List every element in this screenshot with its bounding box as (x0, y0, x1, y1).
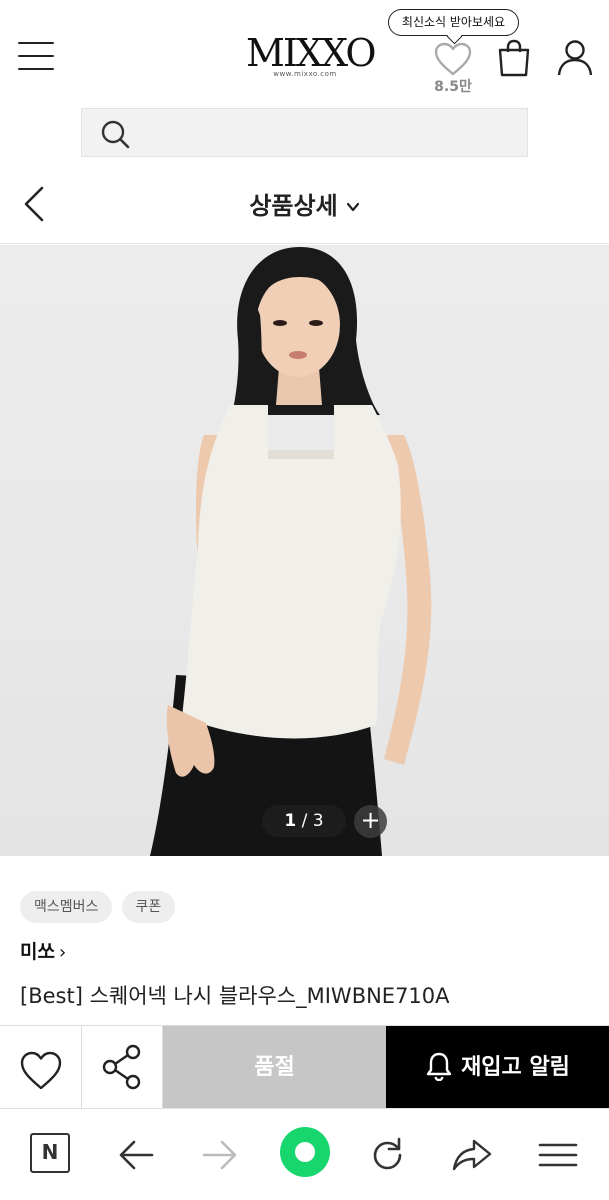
brand-logo[interactable]: MIXXO www.mixxo.com (246, 31, 377, 78)
naver-home-icon[interactable]: N (30, 1133, 70, 1173)
sold-out-button[interactable]: 품절 (163, 1026, 386, 1109)
top-header: MIXXO www.mixxo.com 최신소식 받아보세요 8.5만 (0, 0, 609, 100)
share-button[interactable] (82, 1026, 163, 1109)
chevron-right-icon: › (58, 942, 67, 963)
tag-chip-coupon[interactable]: 쿠폰 (121, 891, 176, 923)
brand-name: 미쏘 (20, 941, 55, 963)
image-zoom-plus-button[interactable]: + (354, 805, 387, 838)
page-title-text: 상품상세 (249, 192, 338, 220)
image-counter-separator: / (301, 811, 308, 831)
user-icon[interactable] (556, 38, 594, 78)
chevron-down-icon (346, 202, 359, 212)
product-name: [Best] 스퀘어넥 나시 블라우스_MIWBNE710A (20, 984, 450, 1008)
refresh-icon[interactable] (366, 1133, 410, 1177)
like-count: 8.5만 (434, 79, 472, 95)
like-button[interactable] (0, 1026, 82, 1109)
wishlist-heart-icon[interactable] (432, 40, 474, 78)
page-title[interactable]: 상품상세 (0, 186, 609, 221)
brand-link[interactable]: 미쏘 › (20, 937, 66, 964)
bell-icon (426, 1052, 452, 1082)
search-icon[interactable] (100, 119, 130, 149)
shopping-bag-icon[interactable] (496, 38, 532, 78)
image-counter-total: 3 (312, 811, 324, 831)
news-subscribe-bubble[interactable]: 최신소식 받아보세요 (388, 9, 519, 36)
menu-icon[interactable] (18, 42, 54, 74)
logo-text: MIXXO (246, 31, 377, 75)
image-counter: 1 / 3 (262, 805, 346, 837)
product-image[interactable]: 1 / 3 + (0, 245, 609, 856)
browser-menu-icon[interactable] (536, 1133, 580, 1177)
search-input[interactable] (81, 108, 528, 157)
page-titlebar: 상품상세 (0, 168, 609, 244)
share-forward-icon[interactable] (450, 1133, 494, 1177)
green-dot-icon[interactable] (280, 1127, 330, 1177)
forward-icon[interactable] (198, 1133, 242, 1177)
product-tags: 맥스멤버스 쿠폰 (20, 891, 179, 923)
image-counter-current: 1 (284, 811, 297, 831)
share-icon (102, 1044, 141, 1090)
browser-toolbar: N (0, 1108, 609, 1200)
tag-chip-membership[interactable]: 맥스멤버스 (20, 891, 113, 923)
purchase-action-bar: 품절 재입고 알림 (0, 1025, 609, 1109)
restock-alert-label: 재입고 알림 (461, 1055, 570, 1080)
heart-icon (20, 1051, 62, 1090)
restock-alert-button[interactable]: 재입고 알림 (386, 1026, 609, 1109)
back-icon[interactable] (114, 1133, 158, 1177)
model-photo (150, 247, 432, 856)
